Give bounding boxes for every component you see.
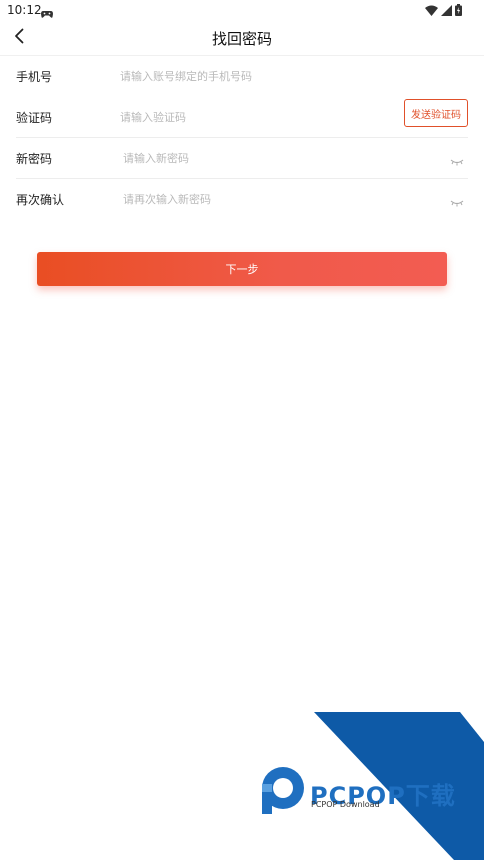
phone-label: 手机号 bbox=[16, 70, 53, 84]
send-code-button[interactable]: 发送验证码 bbox=[404, 99, 468, 127]
phone-input[interactable] bbox=[120, 65, 370, 87]
battery-icon bbox=[455, 4, 462, 16]
watermark-subtitle: PCPOP Download bbox=[311, 800, 380, 809]
status-indicators bbox=[425, 4, 462, 16]
page-title: 找回密码 bbox=[211, 30, 272, 48]
nav-bar: 找回密码 bbox=[0, 20, 484, 56]
confirm-password-label: 再次确认 bbox=[16, 193, 65, 207]
code-row: 验证码 发送验证码 bbox=[16, 97, 468, 138]
confirm-password-input[interactable] bbox=[123, 188, 373, 210]
confirm-password-row: 再次确认 bbox=[16, 179, 468, 220]
new-password-row: 新密码 bbox=[16, 138, 468, 179]
eye-closed-icon[interactable] bbox=[450, 193, 464, 207]
wifi-icon bbox=[425, 5, 438, 16]
phone-row: 手机号 bbox=[16, 56, 468, 97]
pcpop-logo-icon bbox=[262, 767, 304, 814]
signal-icon bbox=[441, 4, 452, 16]
gamepad-icon bbox=[41, 4, 53, 18]
status-time: 10:12 bbox=[7, 3, 42, 17]
status-bar: 10:12 bbox=[0, 0, 484, 20]
next-step-button[interactable]: 下一步 bbox=[37, 252, 447, 286]
new-password-input[interactable] bbox=[123, 147, 373, 169]
eye-closed-icon[interactable] bbox=[450, 152, 464, 166]
code-label: 验证码 bbox=[16, 111, 53, 125]
new-password-label: 新密码 bbox=[16, 152, 53, 166]
code-input[interactable] bbox=[120, 106, 370, 128]
